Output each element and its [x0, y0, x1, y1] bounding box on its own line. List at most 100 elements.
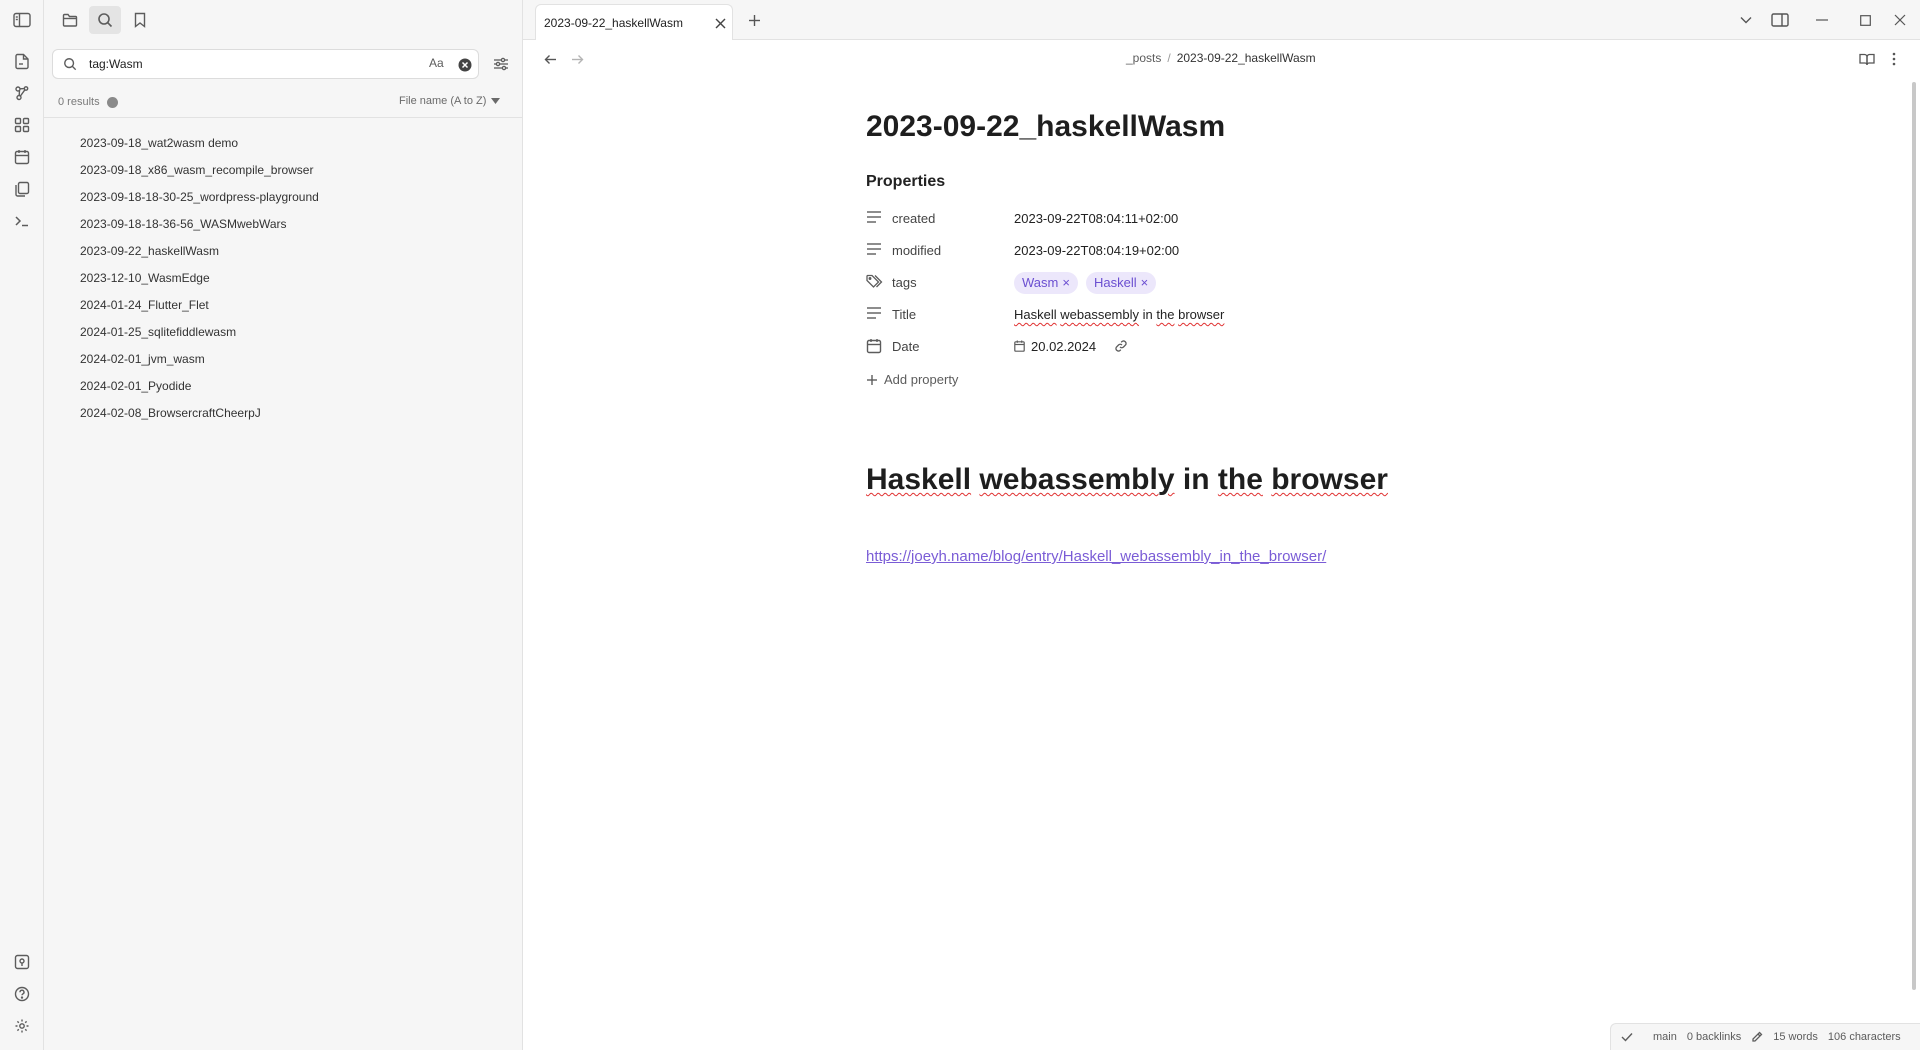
property-modified: modified 2023-09-22T08:04:19+02:00 [866, 239, 1466, 263]
file-list-item[interactable]: 2023-09-22_haskellWasm [80, 241, 319, 268]
file-list-item[interactable]: 2024-01-25_sqlitefiddlewasm [80, 322, 319, 349]
text-property-icon[interactable] [866, 242, 882, 256]
forward-arrow-icon[interactable] [566, 48, 588, 70]
more-options-icon[interactable] [1884, 48, 1904, 70]
property-date: Date 20.02.2024 [866, 335, 1466, 359]
file-list-item[interactable]: 2023-12-10_WasmEdge [80, 268, 319, 295]
word: in [1142, 307, 1153, 322]
daily-note-icon[interactable] [8, 143, 36, 171]
sync-status-icon[interactable] [1621, 1032, 1633, 1042]
tag-label: Wasm [1022, 275, 1059, 290]
sidebar-divider [44, 117, 522, 118]
settings-icon[interactable] [8, 1012, 36, 1040]
back-arrow-icon[interactable] [539, 48, 561, 70]
tab-active-note[interactable]: 2023-09-22_haskellWasm [535, 4, 733, 40]
tab-list-chevron-icon[interactable] [1729, 6, 1763, 34]
external-link[interactable]: https://joeyh.name/blog/entry/Haskell_we… [866, 548, 1326, 565]
remove-tag-icon[interactable]: × [1062, 275, 1070, 290]
property-key[interactable]: modified [892, 243, 941, 258]
close-icon[interactable] [712, 15, 728, 31]
file-list-item[interactable]: 2024-01-24_Flutter_Flet [80, 295, 319, 322]
file-list-item[interactable]: 2024-02-01_jvm_wasm [80, 349, 319, 376]
right-sidebar-toggle-icon[interactable] [1763, 6, 1797, 34]
search-input[interactable] [89, 55, 389, 73]
note-heading[interactable]: Haskell webassembly in the browser [866, 463, 1388, 497]
remove-tag-icon[interactable]: × [1141, 275, 1149, 290]
property-key[interactable]: tags [892, 275, 917, 290]
breadcrumb-separator: / [1167, 51, 1171, 65]
tag-pill[interactable]: Haskell × [1086, 272, 1157, 294]
date-picker-icon[interactable] [1014, 340, 1025, 352]
new-note-icon[interactable] [8, 47, 36, 75]
git-branch[interactable]: main [1653, 1031, 1677, 1043]
property-value[interactable]: Haskell webassembly in the browser [1014, 307, 1224, 322]
file-list-item[interactable]: 2023-09-18-18-36-56_WASMwebWars [80, 214, 319, 241]
results-info-icon[interactable] [107, 97, 118, 108]
property-key[interactable]: Title [892, 307, 916, 322]
ribbon [0, 0, 44, 1050]
pencil-icon[interactable] [1751, 1031, 1763, 1043]
left-sidebar: Aa 0 results File name (A to Z) 2023-09-… [44, 0, 523, 1050]
search-result-list: 2023-09-18_wat2wasm demo 2023-09-18_x86_… [80, 133, 319, 430]
breadcrumb: _posts / 2023-09-22_haskellWasm [1126, 51, 1316, 65]
clear-search-icon[interactable] [458, 58, 472, 72]
link-icon[interactable] [1114, 339, 1128, 353]
sidebar-toggle-icon[interactable] [8, 6, 36, 34]
properties-heading[interactable]: Properties [866, 173, 945, 191]
property-value[interactable]: 2023-09-22T08:04:11+02:00 [1014, 211, 1178, 226]
editor-scrollbar[interactable] [1912, 82, 1916, 990]
file-list-item[interactable]: 2024-02-01_Pyodide [80, 376, 319, 403]
add-property-label: Add property [884, 372, 959, 387]
file-list-item[interactable]: 2023-09-18_wat2wasm demo [80, 133, 319, 160]
vault-switcher-icon[interactable] [8, 948, 36, 976]
search-settings-icon[interactable] [489, 52, 513, 76]
canvas-icon[interactable] [8, 111, 36, 139]
note-title[interactable]: 2023-09-22_haskellWasm [866, 110, 1225, 144]
property-tags: tags Wasm × Haskell × [866, 271, 1466, 295]
files-icon[interactable] [54, 6, 86, 34]
search-icon [63, 57, 77, 71]
tag-pill[interactable]: Wasm × [1014, 272, 1078, 294]
breadcrumb-file[interactable]: 2023-09-22_haskellWasm [1177, 51, 1316, 65]
tags-icon[interactable] [866, 274, 883, 289]
word: Haskell [1014, 307, 1057, 322]
word: webassembly [979, 463, 1175, 496]
word: webassembly [1060, 307, 1140, 322]
bookmarks-icon[interactable] [124, 6, 156, 34]
file-list-item[interactable]: 2023-09-18-18-30-25_wordpress-playground [80, 187, 319, 214]
maximize-icon[interactable] [1848, 6, 1882, 34]
search-icon[interactable] [89, 6, 121, 34]
help-icon[interactable] [8, 980, 36, 1008]
match-case-toggle[interactable]: Aa [429, 56, 444, 70]
file-list-item[interactable]: 2024-02-08_BrowsercraftCheerpJ [80, 403, 319, 430]
sort-dropdown[interactable]: File name (A to Z) [399, 95, 501, 107]
command-palette-icon[interactable] [8, 207, 36, 235]
word: browser [1178, 307, 1225, 322]
property-key[interactable]: created [892, 211, 935, 226]
property-title: Title Haskell webassembly in the browser [866, 303, 1466, 327]
backlinks-count[interactable]: 0 backlinks [1687, 1031, 1741, 1043]
calendar-icon[interactable] [866, 338, 882, 354]
reading-view-icon[interactable] [1855, 48, 1879, 70]
word: Haskell [866, 463, 972, 496]
property-value[interactable]: 2023-09-22T08:04:19+02:00 [1014, 243, 1179, 258]
templates-icon[interactable] [8, 175, 36, 203]
status-bar: main 0 backlinks 15 words 106 characters [1610, 1023, 1920, 1050]
file-list-item[interactable]: 2023-09-18_x86_wasm_recompile_browser [80, 160, 319, 187]
sort-label: File name (A to Z) [399, 95, 487, 107]
property-key[interactable]: Date [892, 339, 919, 354]
text-property-icon[interactable] [866, 306, 882, 320]
date-value[interactable]: 20.02.2024 [1031, 339, 1096, 354]
tag-label: Haskell [1094, 275, 1137, 290]
breadcrumb-folder[interactable]: _posts [1126, 51, 1161, 65]
plus-icon [866, 374, 878, 386]
chevron-down-icon [491, 98, 501, 104]
graph-view-icon[interactable] [8, 79, 36, 107]
new-tab-icon[interactable] [741, 8, 767, 32]
search-box: Aa [52, 49, 479, 79]
property-created: created 2023-09-22T08:04:11+02:00 [866, 207, 1466, 231]
minimize-icon[interactable] [1805, 6, 1839, 34]
close-window-icon[interactable] [1883, 6, 1917, 34]
text-property-icon[interactable] [866, 210, 882, 224]
add-property-button[interactable]: Add property [866, 372, 958, 387]
